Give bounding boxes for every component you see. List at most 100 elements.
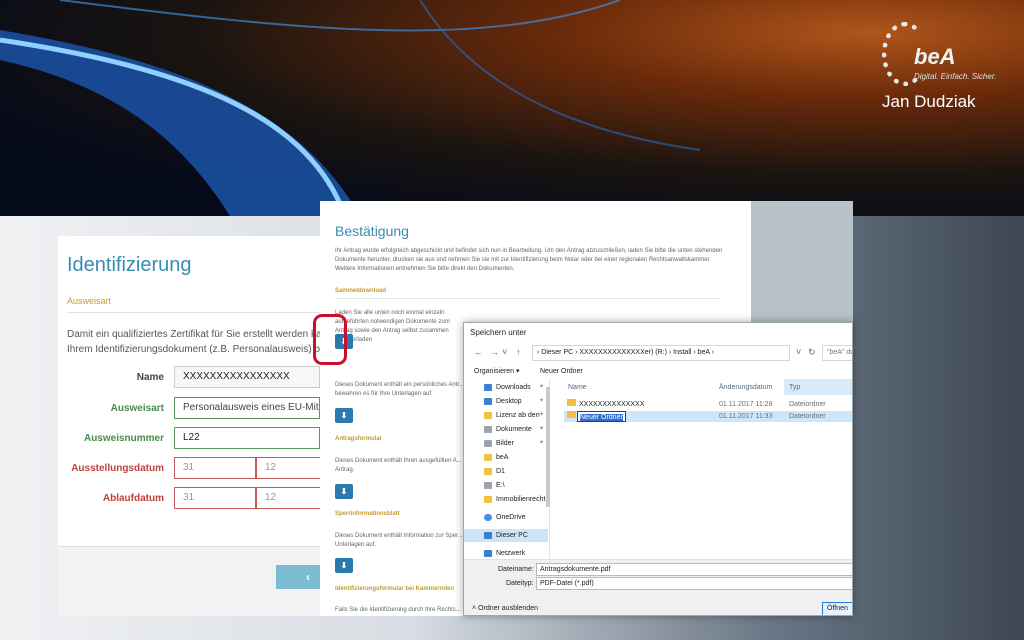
logo-wordmark: beA xyxy=(914,44,956,69)
ausweisnummer-field[interactable]: L22 xyxy=(174,427,320,449)
network-icon xyxy=(484,550,492,557)
pictures-icon xyxy=(484,440,492,447)
blue-swoosh-graphic xyxy=(0,0,701,216)
dialog-bottom-panel: Dateiname: Antragsdokumente.pdf Dateityp… xyxy=(464,559,852,615)
download-antragsformular-button[interactable]: ⬇ xyxy=(335,484,353,499)
file-row-selected[interactable]: Neuer Ordner 01.11.2017 11:33 Dateiordne… xyxy=(564,411,852,422)
open-button[interactable]: Öffnen xyxy=(822,602,852,615)
page-title: Identifizierung xyxy=(67,254,192,276)
sidebar-item-lizenz[interactable]: Lizenz ab den ✦ xyxy=(464,409,548,422)
ablaufdatum-month[interactable]: 12 xyxy=(256,487,320,509)
computer-icon xyxy=(484,532,492,539)
organize-button[interactable]: Organisieren ▾ xyxy=(474,365,520,379)
divider xyxy=(335,298,720,299)
section-heading: Ausweisart xyxy=(67,296,112,306)
column-name[interactable]: Name xyxy=(568,381,587,395)
sidebar-item-dieser-pc[interactable]: Dieser PC xyxy=(464,529,548,542)
form-footer: ‹ xyxy=(58,546,320,616)
section-heading-identifizierung: Identifizierungsformular bei Kammernden xyxy=(335,586,455,592)
highlight-circle xyxy=(313,314,347,365)
documents-icon xyxy=(484,426,492,433)
sidebar-scrollbar[interactable] xyxy=(546,387,550,507)
pin-icon: ✦ xyxy=(538,384,544,390)
column-date[interactable]: Änderungsdatum xyxy=(719,381,772,395)
forward-arrow-icon[interactable]: → xyxy=(490,347,499,357)
download-icon: ⬇ xyxy=(340,487,348,496)
download-icon: ⬇ xyxy=(340,561,348,570)
ausstellungsdatum-month[interactable]: 12 xyxy=(256,457,320,479)
pin-icon: ✦ xyxy=(538,412,544,418)
sidebar-item-e-drive[interactable]: E:\ xyxy=(464,479,548,492)
confirmation-intro: Ihr Antrag wurde erfolgreich abgeschickt… xyxy=(335,248,723,272)
sidebar-item-bilder[interactable]: Bilder ✦ xyxy=(464,437,548,450)
ausstellungsdatum-label: Ausstellungsdatum xyxy=(71,463,164,474)
address-bar[interactable]: › Dieser PC › XXXXXXXXXXXXXXer) (R:) › I… xyxy=(532,345,790,361)
sidebar-item-dokumente[interactable]: Dokumente ✦ xyxy=(464,423,548,436)
pin-icon: ✦ xyxy=(538,426,544,432)
ausstellungsdatum-day[interactable]: 31 xyxy=(174,457,256,479)
section-heading-sperrinformationsblatt: Sperrinformationsblatt xyxy=(335,511,400,517)
ausweisart-select[interactable]: Personalausweis eines EU-Mitg xyxy=(174,397,320,419)
save-as-dialog: Speichern unter ← → ˅ ↑ › Dieser PC › XX… xyxy=(463,322,853,616)
desktop-icon xyxy=(484,398,492,405)
file-list-header: Name Änderungsdatum Typ xyxy=(564,381,852,395)
sidebar-item-immobilienrecht[interactable]: Immobilienrecht xyxy=(464,493,548,506)
column-type[interactable]: Typ xyxy=(789,381,800,395)
folder-icon xyxy=(567,411,576,418)
rename-input[interactable]: Neuer Ordner xyxy=(577,411,626,422)
section-text-antragsformular: Dieses Dokument enthält Ihren ausgefüllt… xyxy=(335,458,462,473)
author-name: Jan Dudziak xyxy=(882,92,976,111)
section-heading-sammeldownload: Sammeldownload xyxy=(335,288,387,294)
up-arrow-icon[interactable]: ↑ xyxy=(516,347,521,357)
ausweisart-label: Ausweisart xyxy=(110,403,164,414)
search-input[interactable]: "beA" dur xyxy=(822,345,852,361)
intro-text: Damit ein qualifiziertes Zertifikat für … xyxy=(67,329,320,355)
filetype-select[interactable]: PDF-Datei (*.pdf) xyxy=(536,577,852,590)
dialog-toolbar: Organisieren ▾ Neuer Ordner xyxy=(464,365,852,379)
ablaufdatum-label: Ablaufdatum xyxy=(102,493,164,504)
logo-tagline: Digital. Einfach. Sicher. xyxy=(914,72,997,81)
refresh-icon[interactable]: ↻ xyxy=(808,347,816,358)
chevron-down-icon[interactable]: ˅ xyxy=(796,347,801,357)
folder-icon xyxy=(567,399,576,406)
download-document-button[interactable]: ⬇ xyxy=(335,408,353,423)
pin-icon: ✦ xyxy=(538,398,544,404)
filename-label: Dateiname: xyxy=(498,566,534,573)
sidebar-item-d1[interactable]: D1 xyxy=(464,465,548,478)
section-text-sammeldownload: Laden Sie alle unten noch einmal einzeln… xyxy=(335,310,450,343)
confirmation-title: Bestätigung xyxy=(335,223,409,239)
new-folder-button[interactable]: Neuer Ordner xyxy=(540,365,583,379)
pin-icon: ✦ xyxy=(538,440,544,446)
hide-folders-button[interactable]: ˄ Ordner ausblenden xyxy=(472,605,538,612)
ablaufdatum-day[interactable]: 31 xyxy=(174,487,256,509)
sidebar-item-bea[interactable]: beA xyxy=(464,451,548,464)
navigation-pane: Downloads ✦ Desktop ✦ Lizenz ab den ✦ Dokum… xyxy=(464,379,550,559)
folder-icon xyxy=(484,412,492,419)
sidebar-item-desktop[interactable]: Desktop ✦ xyxy=(464,395,548,408)
dialog-title: Speichern unter xyxy=(470,328,527,337)
download-icon: ⬇ xyxy=(340,411,348,420)
sidebar-item-downloads[interactable]: Downloads ✦ xyxy=(464,381,548,394)
download-icon xyxy=(484,384,492,391)
section-text-sperrinformationsblatt: Dieses Dokument enthält Information zur … xyxy=(335,533,463,548)
folder-icon xyxy=(484,496,492,503)
section-heading-antragsformular: Antragsformular xyxy=(335,436,383,442)
slide-header-background xyxy=(0,0,1024,216)
file-row[interactable]: XXXXXXXXXXXXXX 01.11.2017 11:28 Dateiord… xyxy=(564,399,852,410)
ausweisnummer-label: Ausweisnummer xyxy=(83,433,164,444)
back-button[interactable]: ‹ xyxy=(276,565,320,589)
filetype-label: Dateityp: xyxy=(506,580,534,587)
filename-input[interactable]: Antragsdokumente.pdf xyxy=(536,563,852,576)
sidebar-item-onedrive[interactable]: OneDrive xyxy=(464,511,548,524)
folder-icon xyxy=(484,468,492,475)
name-label: Name xyxy=(136,372,164,383)
cloud-icon xyxy=(484,514,492,521)
drive-icon xyxy=(484,482,492,489)
folder-icon xyxy=(484,454,492,461)
navigation-bar: ← → ˅ ↑ › Dieser PC › XXXXXXXXXXXXXXer) … xyxy=(470,345,852,361)
name-field[interactable]: XXXXXXXXXXXXXXXX xyxy=(174,366,320,388)
section-text-document: Dieses Dokument enthält ein persönliches… xyxy=(335,382,465,397)
back-arrow-icon[interactable]: ← xyxy=(474,347,483,357)
chevron-down-icon[interactable]: ˅ xyxy=(502,347,507,357)
download-sperrinfo-button[interactable]: ⬇ xyxy=(335,558,353,573)
